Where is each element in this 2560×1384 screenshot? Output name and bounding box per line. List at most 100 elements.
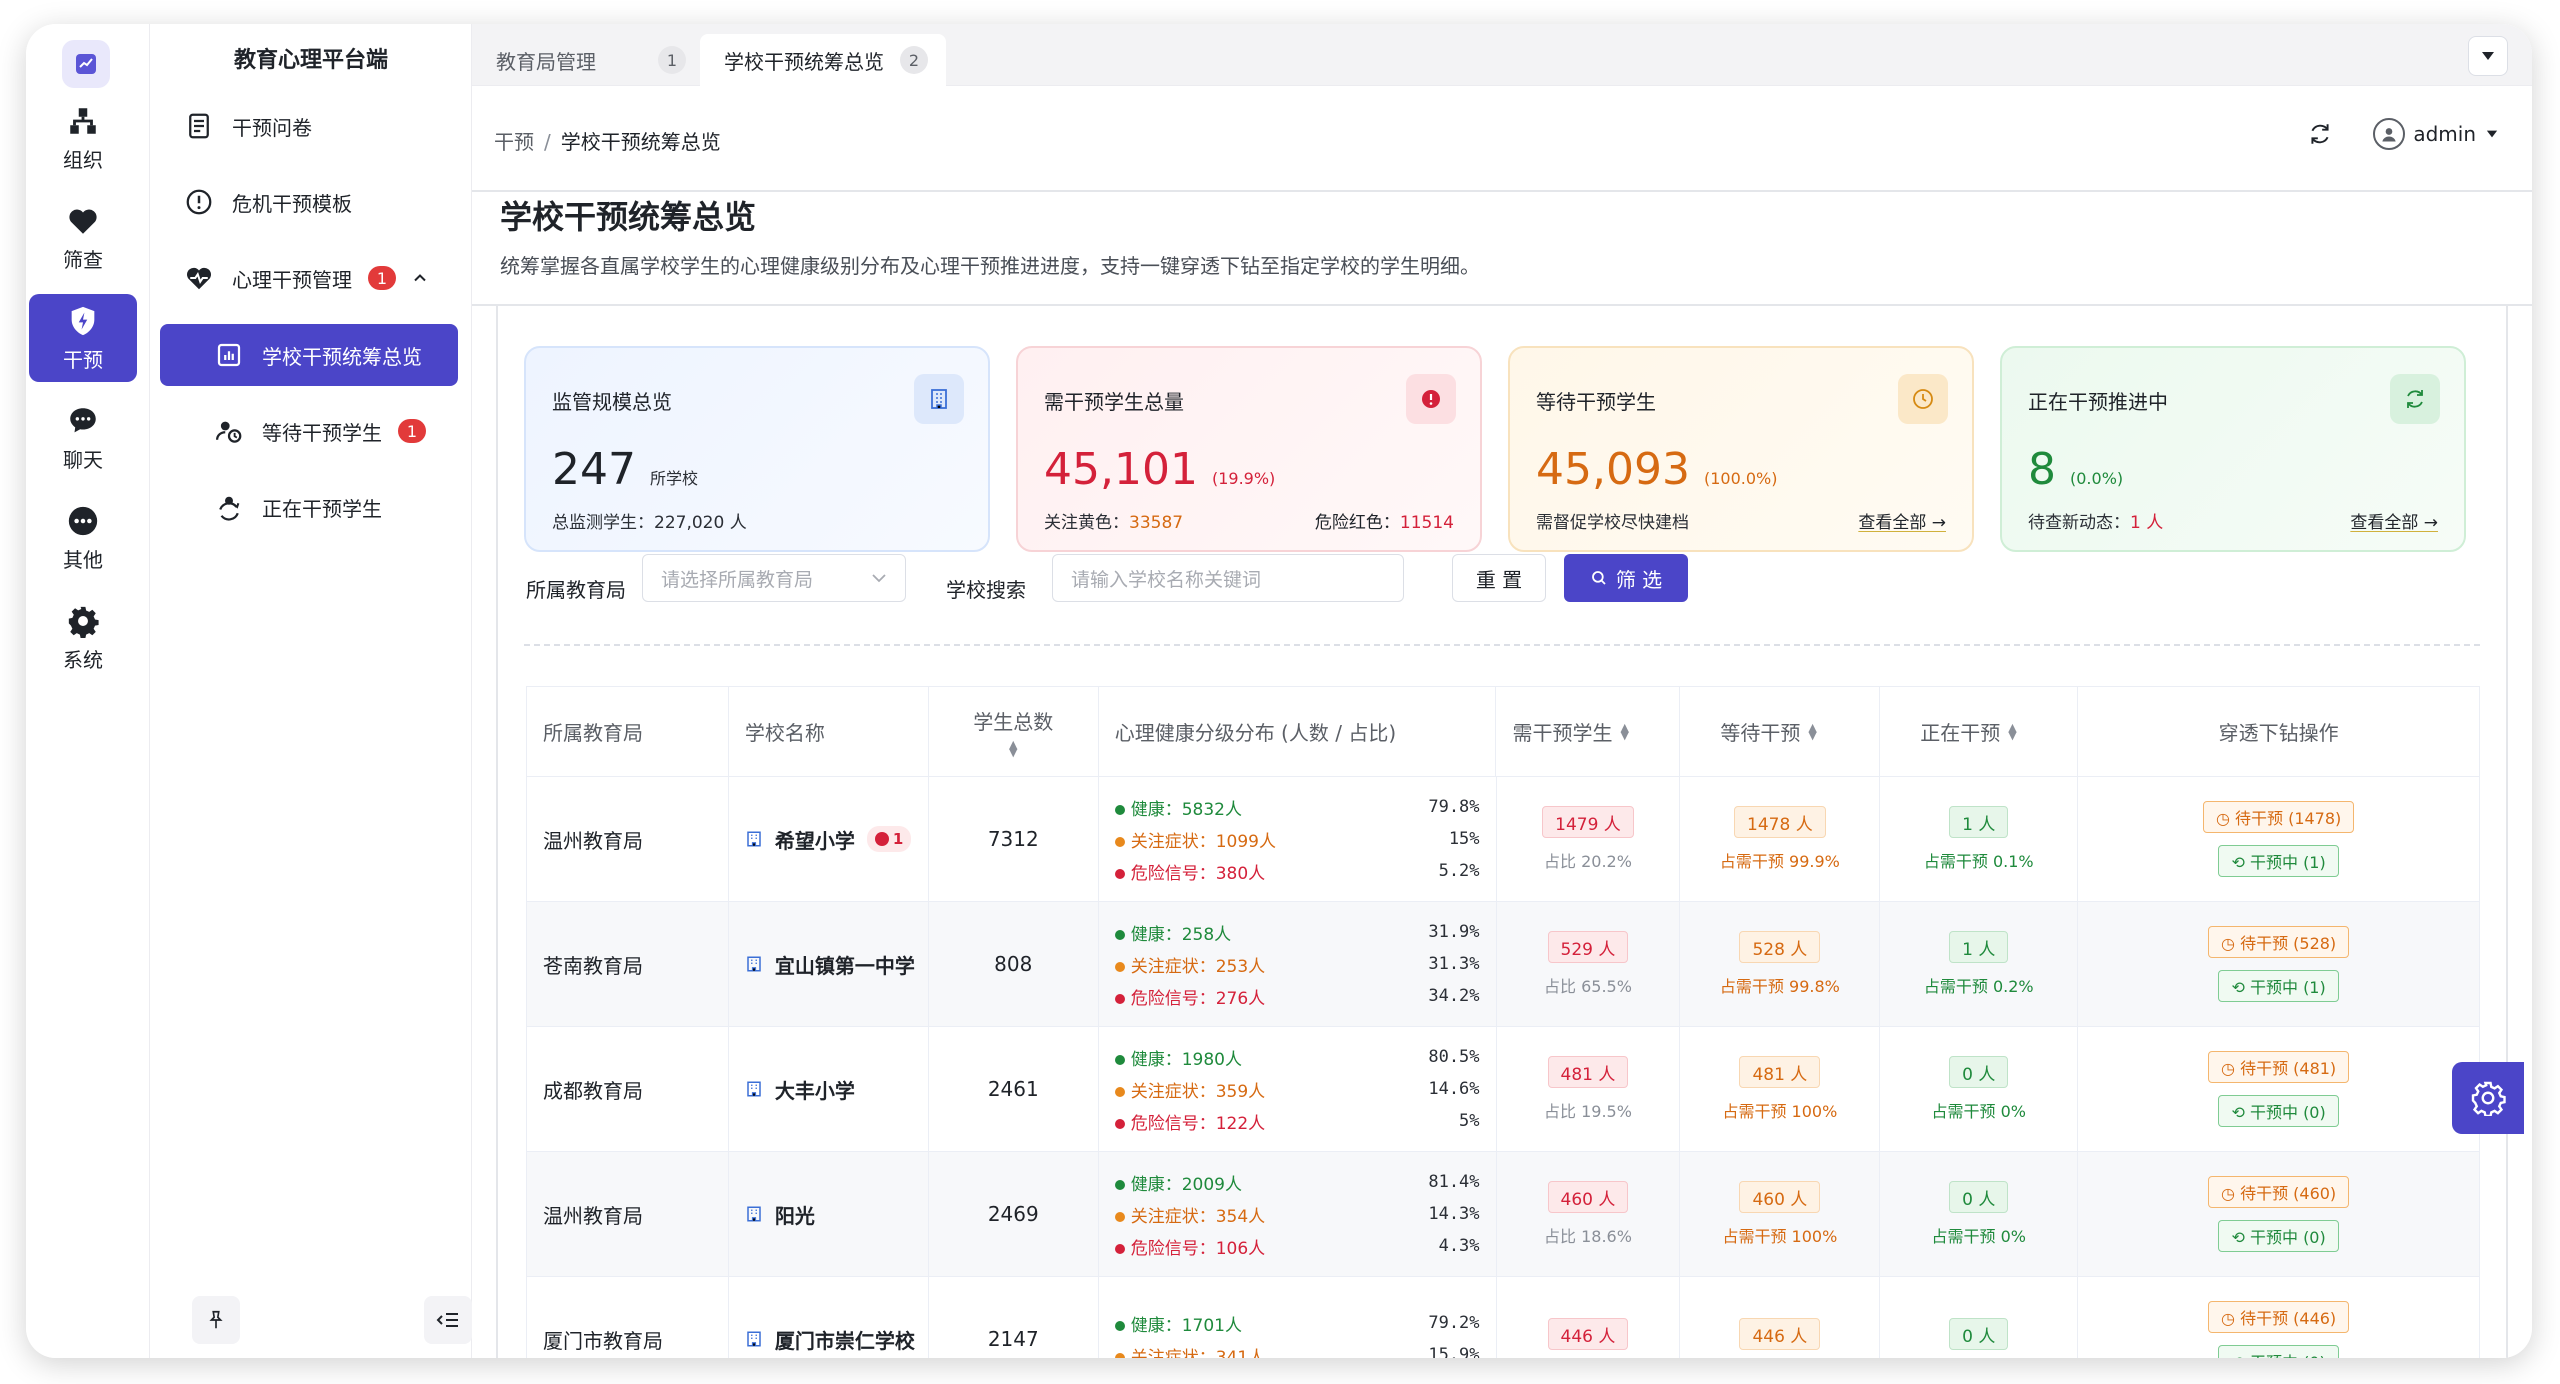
menu-sub-overview[interactable]: 学校干预统筹总览 <box>160 324 458 386</box>
table-row: 成都教育局 大丰小学 2461 健康：1980人 80.5% 关注症状：359人 14.6%… <box>527 1027 2480 1152</box>
rail-label: 聊天 <box>63 447 103 472</box>
school-name[interactable]: 阳光 <box>775 1200 815 1229</box>
cell-distribution: 健康：2009人 81.4% 关注症状：354人 14.3% 危险信号：106人 4.3% <box>1098 1152 1497 1277</box>
school-search-label: 学校搜索 <box>946 578 1026 602</box>
menu-sub-ongoing[interactable]: 正在干预学生 <box>160 476 458 538</box>
ongoing-ratio: 占需干预 0.1% <box>1923 852 2034 871</box>
cell-school[interactable]: 希望小学 1 <box>728 777 929 902</box>
breadcrumb-current: 学校干预统筹总览 <box>560 130 721 154</box>
tabs-dropdown-button[interactable] <box>2468 36 2508 76</box>
school-name[interactable]: 厦门市崇仁学校 <box>775 1325 915 1354</box>
avatar[interactable] <box>2373 118 2406 150</box>
attention-count: 关注症状：359人 <box>1130 1081 1266 1102</box>
rail-item-chat[interactable]: 聊天 <box>29 394 137 482</box>
waiting-count-pill: 460 人 <box>1739 1181 1821 1213</box>
table-body: 温州教育局 希望小学 1 7312 健康：5832人 79.8% 关注症状：1099人 15%… <box>527 777 2480 1358</box>
content-inner: 监管规模总览 247 所学校 总监测学生：227,020 人 需干预学生总量 45… <box>498 306 2506 1358</box>
view-all-link[interactable]: 查看全部 → <box>1858 508 1946 533</box>
school-search-input[interactable]: 请输入学校名称关键词 <box>1052 554 1404 602</box>
drilldown-waiting-button[interactable]: ◷ 待干预 (446) <box>2208 1301 2350 1333</box>
search-icon <box>1591 571 1606 585</box>
user-name[interactable]: admin <box>2413 122 2476 146</box>
tab-school-overview[interactable]: 学校干预统筹总览 2 <box>700 34 946 86</box>
rail-item-intervention[interactable]: 干预 <box>29 294 137 382</box>
building-icon <box>914 374 964 424</box>
menu-sub-waiting[interactable]: 等待干预学生 1 <box>160 400 458 462</box>
menu-item-intervention-mgmt[interactable]: 心理干预管理 1 <box>184 248 430 308</box>
th-waiting[interactable]: 等待干预 ▲ ▼ <box>1680 687 1881 777</box>
cell-waiting: 528 人占需干预 99.8% <box>1680 902 1881 1027</box>
cell-need: 1479 人占比 20.2% <box>1496 777 1681 902</box>
drilldown-waiting-button[interactable]: ◷ 待干预 (1478) <box>2202 801 2355 833</box>
cell-school[interactable]: 厦门市崇仁学校 <box>729 1277 929 1358</box>
drilldown-ongoing-button[interactable]: ⟲ 干预中 (0) <box>2218 1220 2339 1252</box>
cell-waiting: 460 人占需干预 100% <box>1680 1152 1881 1277</box>
menu-badge: 1 <box>368 266 396 290</box>
cell-school[interactable]: 宜山镇第一中学 <box>728 902 929 1027</box>
tab-label: 学校干预统筹总览 <box>724 49 884 74</box>
th-total[interactable]: 学生总数 ▲ ▼ <box>928 687 1099 777</box>
stat-card-waiting: 等待干预学生 45,093 (100.0%) 需督促学校尽快建档 查看全部 → <box>1508 346 1974 552</box>
bureau-name: 温州教育局 <box>543 1203 643 1228</box>
pin-button[interactable] <box>192 1296 240 1344</box>
drilldown-waiting-button[interactable]: ◷ 待干预 (528) <box>2208 926 2350 958</box>
school-name[interactable]: 大丰小学 <box>775 1075 855 1104</box>
menu-item-crisis-template[interactable]: 危机干预模板 <box>184 172 352 232</box>
drilldown-ongoing-button[interactable]: ⟲ 干预中 (1) <box>2218 845 2339 877</box>
menu-item-questionnaire[interactable]: 干预问卷 <box>184 96 312 156</box>
ongoing-ratio: 占需干预 0.2% <box>1923 977 2034 996</box>
school-name[interactable]: 希望小学 <box>775 825 855 854</box>
dist-healthy: 健康：258人 31.9% <box>1114 916 1480 948</box>
card-value: 247 所学校 <box>552 444 698 495</box>
building-icon <box>747 1331 761 1347</box>
drilldown-ongoing-button[interactable]: ⟲ 干预中 (0) <box>2218 1345 2339 1358</box>
refresh-icon[interactable] <box>2307 121 2333 147</box>
card-value-unit: (100.0%) <box>1703 469 1778 488</box>
view-all-link[interactable]: 查看全部 → <box>2350 508 2438 533</box>
th-ongoing[interactable]: 正在干预 ▲ ▼ <box>1880 687 2079 777</box>
settings-float-button[interactable] <box>2452 1062 2524 1134</box>
student-total: 7312 <box>987 827 1039 851</box>
card-title: 等待干预学生 <box>1536 390 1656 414</box>
school-name[interactable]: 宜山镇第一中学 <box>775 950 915 979</box>
card-footer-right: 危险红色：11514 <box>1315 508 1454 533</box>
sort-icon[interactable]: ▲ ▼ <box>1620 722 1628 741</box>
building-icon <box>747 1081 761 1097</box>
breadcrumb: 干预 / 学校干预统筹总览 <box>494 126 721 155</box>
cell-school[interactable]: 阳光 <box>728 1152 929 1277</box>
reset-button[interactable]: 重 置 <box>1452 554 1546 602</box>
ongoing-count-pill: 1 人 <box>1949 931 2009 963</box>
rail-label: 干预 <box>63 347 103 372</box>
rail-item-screening[interactable]: 筛查 <box>29 194 137 282</box>
ongoing-ratio: 占需干预 0% <box>1931 1227 2027 1246</box>
sort-icon[interactable]: ▲ ▼ <box>1808 722 1816 741</box>
header-tools: admin <box>2307 118 2498 150</box>
drilldown-ongoing-button[interactable]: ⟲ 干预中 (0) <box>2218 1095 2339 1127</box>
card-footer-value: 33587 <box>1129 513 1184 533</box>
rail-item-system[interactable]: 系统 <box>29 594 137 682</box>
tab-bureau-management[interactable]: 教育局管理 1 <box>472 34 694 86</box>
drilldown-ongoing-button[interactable]: ⟲ 干预中 (1) <box>2218 970 2339 1002</box>
drilldown-waiting-button[interactable]: ◷ 待干预 (481) <box>2208 1051 2350 1083</box>
sort-icon[interactable]: ▲ ▼ <box>2008 722 2016 741</box>
page-description: 统筹掌握各直属学校学生的心理健康级别分布及心理干预推进进度，支持一键穿透下钻至指… <box>500 254 1480 278</box>
rail-item-org[interactable]: 组织 <box>29 94 137 182</box>
card-value-number: 45,093 <box>1536 444 1690 495</box>
bureau-select[interactable]: 请选择所属教育局 <box>642 554 906 602</box>
need-ratio: 占比 18.6% <box>1544 1227 1632 1246</box>
breadcrumb-root[interactable]: 干预 <box>494 130 534 154</box>
sort-icon[interactable]: ▲ ▼ <box>1009 739 1017 758</box>
th-need[interactable]: 需干预学生 ▲ ▼ <box>1496 687 1681 777</box>
cell-ongoing: 0 人占需干预 0% <box>1880 1027 2079 1152</box>
card-title: 监管规模总览 <box>552 390 672 414</box>
drilldown-waiting-button[interactable]: ◷ 待干预 (460) <box>2208 1176 2350 1208</box>
cell-school[interactable]: 大丰小学 <box>728 1027 929 1152</box>
attention-count: 关注症状：341人 <box>1130 1347 1266 1359</box>
collapse-sidebar-button[interactable] <box>424 1296 472 1344</box>
caret-down-icon[interactable] <box>2486 129 2498 139</box>
filter-button[interactable]: 筛 选 <box>1564 554 1688 602</box>
cell-bureau: 苍南教育局 <box>527 902 729 1027</box>
sync-icon <box>2390 374 2440 424</box>
rail-item-other[interactable]: 其他 <box>29 494 137 582</box>
waiting-ratio: 占需干预 99.8% <box>1719 977 1840 996</box>
